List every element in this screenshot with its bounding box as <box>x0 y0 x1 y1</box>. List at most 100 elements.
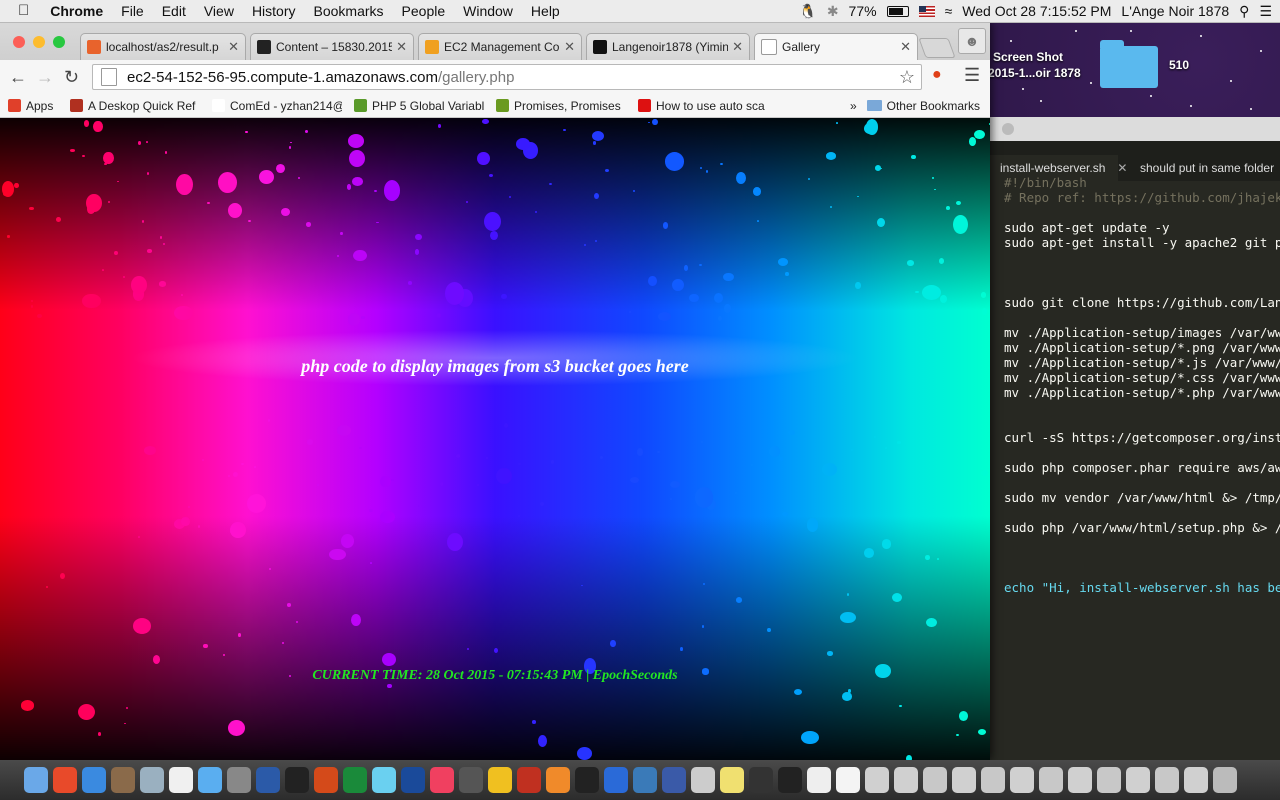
apple-menu-icon[interactable]:  <box>0 0 41 22</box>
bookmark-item[interactable]: A Deskop Quick Ref <box>70 99 200 113</box>
window-icon[interactable] <box>1155 767 1179 793</box>
console-icon[interactable] <box>778 767 802 793</box>
bookmark-item[interactable]: How to use auto sca <box>638 99 778 113</box>
code-area[interactable]: #!/bin/bash # Repo ref: https://github.co… <box>1004 175 1280 595</box>
window-icon[interactable] <box>923 767 947 793</box>
window-icon[interactable] <box>1126 767 1150 793</box>
scanner-icon[interactable] <box>749 767 773 793</box>
writer-icon[interactable] <box>488 767 512 793</box>
desktop-folder-label[interactable]: 510 <box>1169 58 1189 72</box>
bookmark-star-icon[interactable]: ☆ <box>899 67 915 88</box>
menu-hamburger-icon[interactable]: ☰ <box>964 65 980 86</box>
minimize-window-button[interactable] <box>33 36 45 48</box>
close-icon[interactable]: ✕ <box>1117 161 1127 175</box>
input-source-flag-icon[interactable] <box>918 5 935 17</box>
qq-icon[interactable] <box>285 767 309 793</box>
bluetooth-icon[interactable]: ✱ <box>827 3 839 20</box>
close-tab-icon[interactable]: ✕ <box>396 39 407 55</box>
clock[interactable]: Wed Oct 28 7:15:52 PM <box>962 3 1111 19</box>
extension-icon[interactable]: ● <box>932 66 942 84</box>
editor-window-control-icon[interactable] <box>1002 123 1014 135</box>
calendar-icon[interactable] <box>169 767 193 793</box>
finder-icon[interactable] <box>24 767 48 793</box>
close-tab-icon[interactable]: ✕ <box>900 39 911 55</box>
window-icon[interactable] <box>1068 767 1092 793</box>
safari-icon[interactable] <box>82 767 106 793</box>
window-icon[interactable] <box>1184 767 1208 793</box>
preview-icon[interactable] <box>140 767 164 793</box>
filezilla-icon[interactable] <box>517 767 541 793</box>
bookmark-item[interactable]: Promises, Promises <box>496 99 626 113</box>
spotlight-search-icon[interactable]: ⚲ <box>1239 3 1249 20</box>
sublime-icon[interactable] <box>459 767 483 793</box>
forward-arrow-icon[interactable]: → <box>36 67 54 88</box>
bookmark-item[interactable]: PHP 5 Global Variabl <box>354 99 484 113</box>
xcode-tools-icon[interactable] <box>633 767 657 793</box>
bookmark-item[interactable]: ComEd - yzhan214@ <box>212 99 342 113</box>
window-icon[interactable] <box>981 767 1005 793</box>
close-window-button[interactable] <box>13 36 25 48</box>
menu-view[interactable]: View <box>195 0 243 22</box>
new-tab-button[interactable] <box>918 38 956 58</box>
battery-icon[interactable] <box>886 5 909 17</box>
window-icon[interactable] <box>865 767 889 793</box>
window-icon[interactable] <box>952 767 976 793</box>
user-switcher[interactable]: L'Ange Noir 1878 <box>1121 3 1229 19</box>
profile-icon[interactable]: ☻ <box>958 28 986 54</box>
tab-5[interactable]: Gallery ✕ <box>754 33 918 60</box>
textedit-icon[interactable] <box>807 767 831 793</box>
terminal-icon[interactable] <box>575 767 599 793</box>
chrome-icon[interactable] <box>53 767 77 793</box>
app-menu[interactable]: Chrome <box>41 0 112 22</box>
zoom-window-button[interactable] <box>53 36 65 48</box>
window-icon[interactable] <box>1010 767 1034 793</box>
wifi-icon[interactable]: ≈ <box>945 3 953 19</box>
powerpoint-icon[interactable] <box>314 767 338 793</box>
tab-4[interactable]: Langenoir1878 (Yimin ✕ <box>586 33 750 60</box>
system-prefs-icon[interactable] <box>227 767 251 793</box>
address-bar[interactable]: ec2-54-152-56-95.compute-1.amazonaws.com… <box>92 64 922 90</box>
document-icon[interactable] <box>836 767 860 793</box>
close-tab-icon[interactable]: ✕ <box>732 39 743 55</box>
excel-icon[interactable] <box>343 767 367 793</box>
close-tab-icon[interactable]: ✕ <box>564 39 575 55</box>
menu-people[interactable]: People <box>393 0 455 22</box>
desktop-screenshot-filename[interactable]: 2015-1...oir 1878 <box>988 66 1081 80</box>
trash-icon[interactable] <box>1213 767 1237 793</box>
tab-2[interactable]: Content – 15830.2015 ✕ <box>250 33 414 60</box>
thunderbird-icon[interactable] <box>401 767 425 793</box>
intellij-icon[interactable] <box>430 767 454 793</box>
quicktime-icon[interactable] <box>662 767 686 793</box>
xcode-icon[interactable] <box>604 767 628 793</box>
photos-icon[interactable] <box>546 767 570 793</box>
menu-window[interactable]: Window <box>454 0 522 22</box>
menu-edit[interactable]: Edit <box>153 0 195 22</box>
menu-bookmarks[interactable]: Bookmarks <box>305 0 393 22</box>
back-arrow-icon[interactable]: ← <box>9 67 27 88</box>
other-bookmarks[interactable]: Other Bookmarks <box>866 99 980 113</box>
window-icon[interactable] <box>1039 767 1063 793</box>
tab-3[interactable]: EC2 Management Co ✕ <box>418 33 582 60</box>
menu-help[interactable]: Help <box>522 0 569 22</box>
paint-splat <box>455 454 461 459</box>
menu-history[interactable]: History <box>243 0 305 22</box>
qq-status-icon[interactable]: 🐧 <box>799 3 816 20</box>
stickies-icon[interactable] <box>720 767 744 793</box>
window-icon[interactable] <box>894 767 918 793</box>
menu-file[interactable]: File <box>112 0 153 22</box>
notes-icon[interactable] <box>111 767 135 793</box>
bookmark-item[interactable]: Apps <box>8 99 58 113</box>
reload-icon[interactable]: ↻ <box>64 67 79 88</box>
settings-icon[interactable] <box>691 767 715 793</box>
notification-center-icon[interactable]: ☰ <box>1259 3 1272 20</box>
tab-1[interactable]: localhost/as2/result.p ✕ <box>80 33 246 60</box>
paint-splat <box>926 617 937 627</box>
word-icon[interactable] <box>256 767 280 793</box>
messages-icon[interactable] <box>198 767 222 793</box>
bookmarks-overflow-button[interactable]: » <box>850 99 857 113</box>
window-icon[interactable] <box>1097 767 1121 793</box>
desktop-folder-icon[interactable] <box>1100 40 1158 88</box>
app-icon[interactable] <box>372 767 396 793</box>
close-tab-icon[interactable]: ✕ <box>228 39 239 55</box>
desktop-screenshot-label[interactable]: Screen Shot <box>993 50 1063 64</box>
